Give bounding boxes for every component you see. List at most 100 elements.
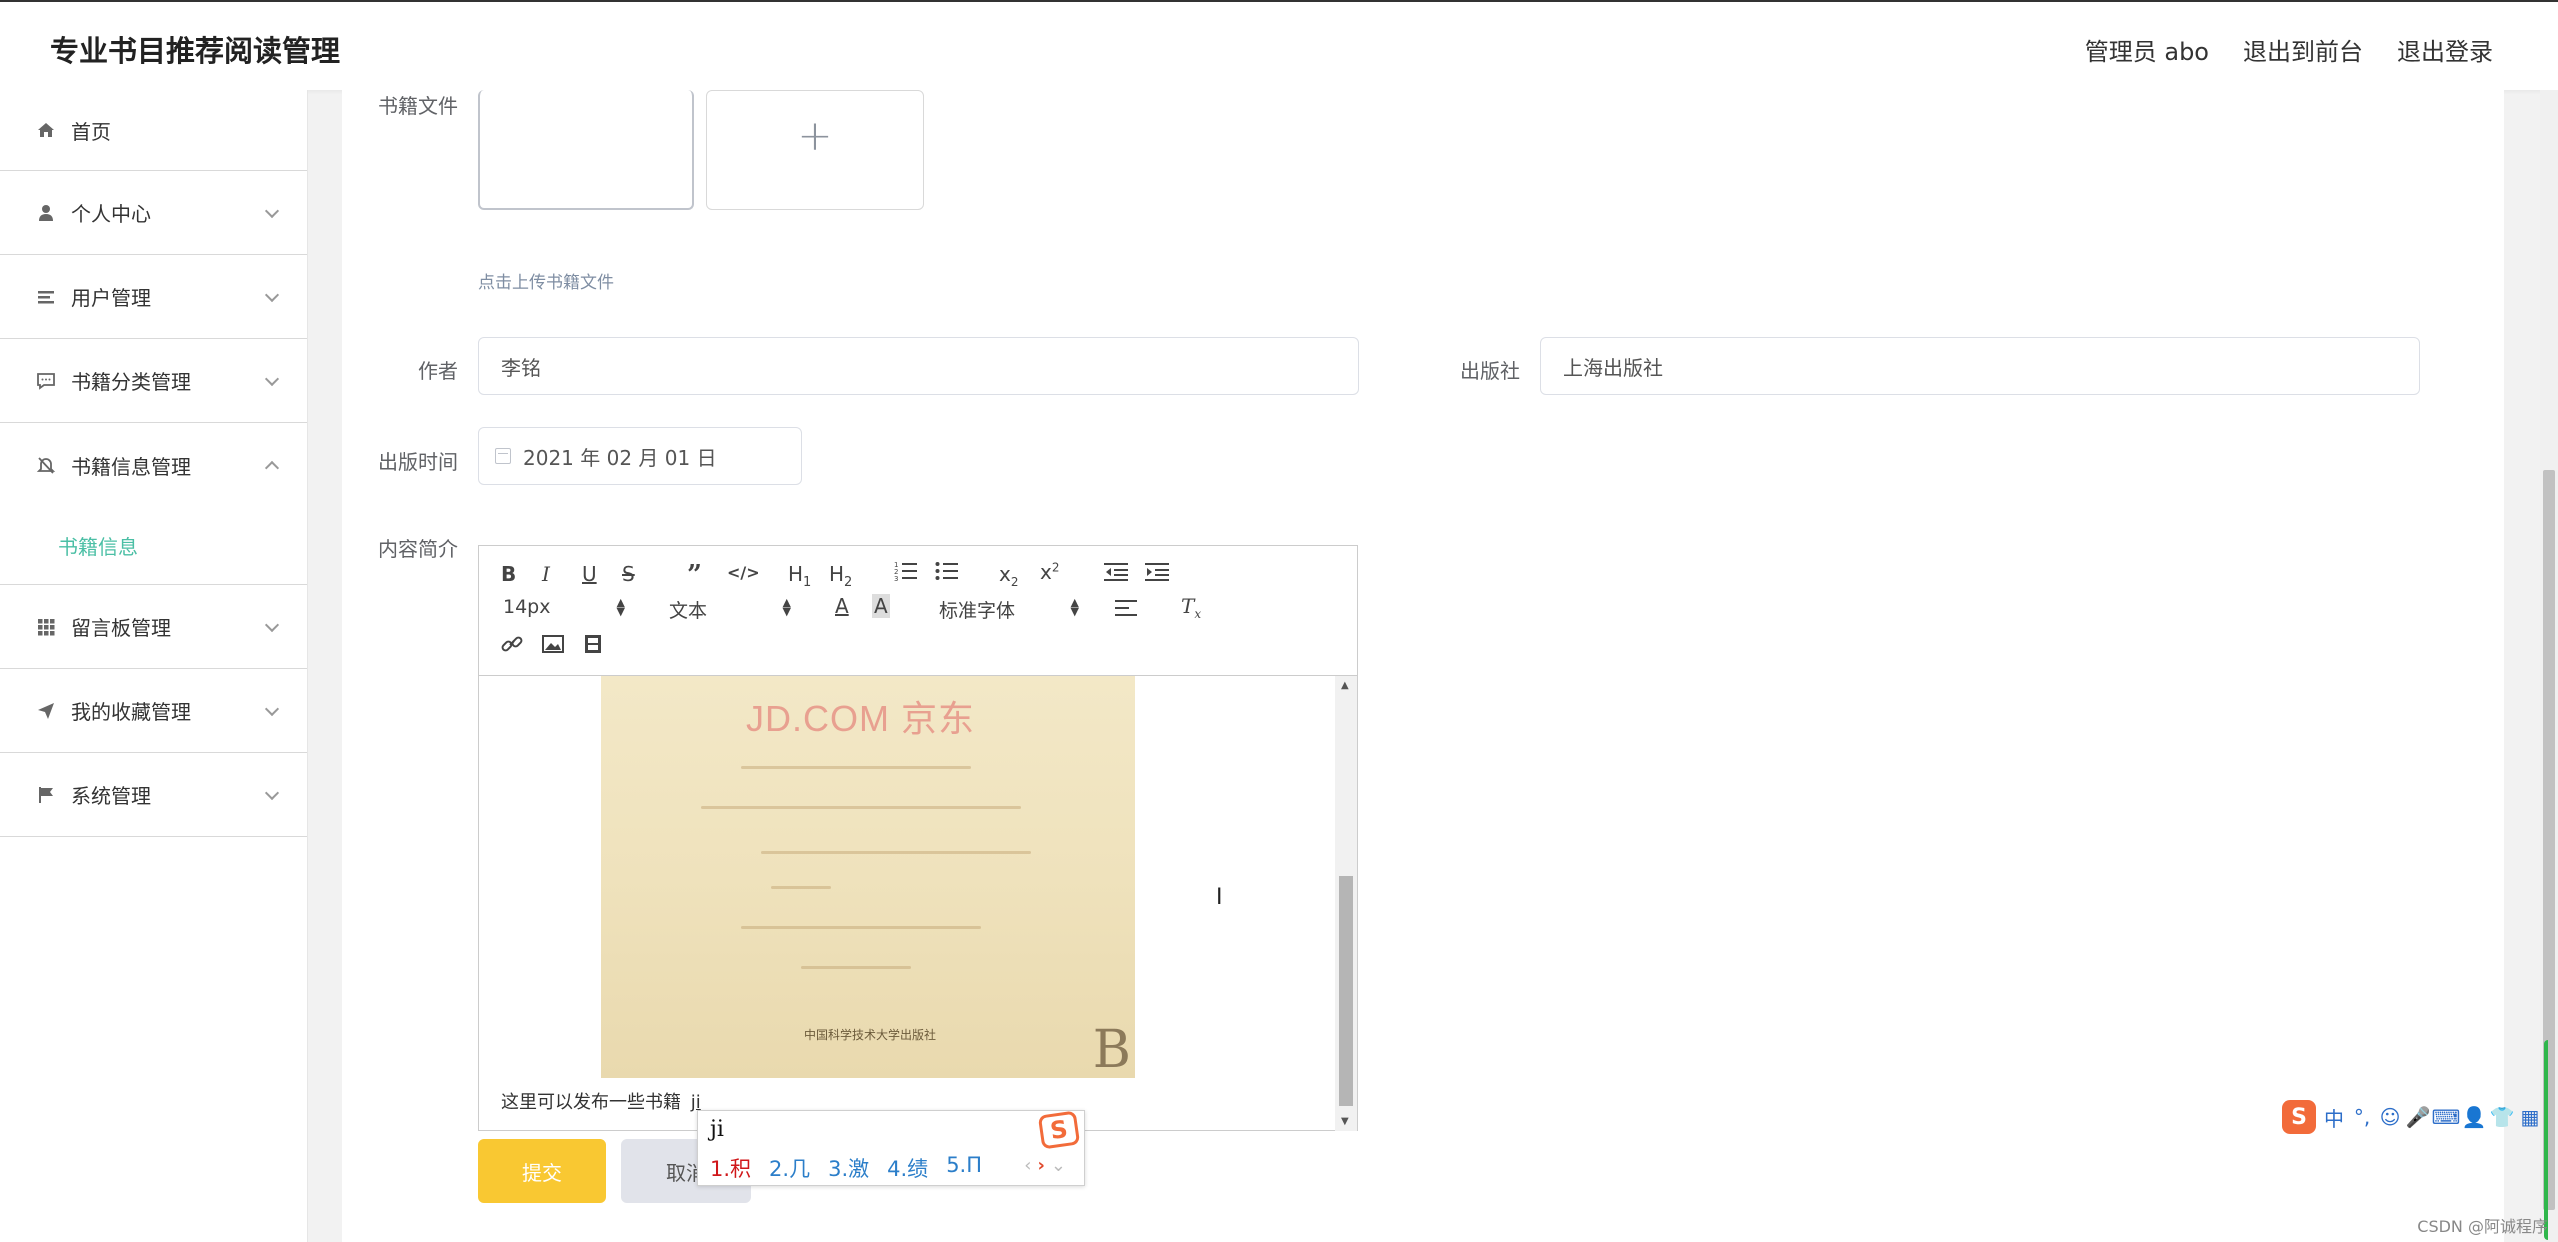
indent-icon[interactable]: [1145, 562, 1169, 587]
sidebar-item-home[interactable]: 首页: [0, 90, 307, 171]
exit-frontend-link[interactable]: 退出到前台: [2243, 32, 2363, 67]
chevron-down-icon: [264, 203, 280, 218]
rich-text-editor[interactable]: B I U S ” </> H1 H2 123 x2 x2 14px ▲ ▼ 文本…: [478, 545, 1358, 1131]
book-cover-image: JD.COM 京东 中国科学技术大学出版社 B: [601, 676, 1135, 1080]
ime-candidate[interactable]: 1.积: [710, 1153, 751, 1183]
sogou-logo-icon[interactable]: S: [2282, 1100, 2316, 1134]
sidebar-item-label: 书籍信息管理: [71, 454, 191, 479]
sogou-logo-icon: S: [1037, 1110, 1081, 1150]
microphone-icon[interactable]: 🎤: [2406, 1105, 2431, 1129]
chevron-down-icon: [264, 287, 280, 302]
page-scrollbar[interactable]: [2540, 90, 2558, 1242]
sidebar-item-label: 我的收藏管理: [71, 700, 191, 724]
sidebar-item-label: 留言板管理: [71, 616, 171, 640]
ime-page-nav[interactable]: ‹›⌄: [1024, 1155, 1072, 1176]
emoji-icon[interactable]: ☺: [2380, 1105, 2401, 1129]
user-icon[interactable]: 👤: [2462, 1105, 2487, 1129]
ime-input-text: ji: [710, 1117, 724, 1142]
clear-format-icon[interactable]: Tx: [1181, 594, 1201, 621]
code-block-icon[interactable]: </>: [727, 563, 760, 582]
sidebar-item-system[interactable]: 系统管理: [0, 753, 307, 837]
ime-candidate[interactable]: 5.Π: [946, 1153, 982, 1183]
text-cursor-icon: I: [1216, 885, 1223, 910]
logout-link[interactable]: 退出登录: [2397, 32, 2493, 67]
strikethrough-icon[interactable]: S: [622, 562, 635, 586]
uploaded-file-preview[interactable]: [478, 90, 694, 210]
book-file-label: 书籍文件: [378, 94, 458, 118]
app-title: 专业书目推荐阅读管理: [50, 34, 341, 68]
ime-candidate-window: ji S 1.积 2.几 3.激 4.绩 5.Π ‹›⌄: [697, 1110, 1085, 1186]
editor-toolbar: B I U S ” </> H1 H2 123 x2 x2 14px ▲ ▼ 文本…: [479, 546, 1357, 676]
calendar-icon: [495, 448, 511, 464]
heading2-icon[interactable]: H2: [829, 562, 852, 590]
upload-hint: 点击上传书籍文件: [478, 273, 614, 293]
grid-icon: [35, 616, 57, 638]
background-color-icon[interactable]: A: [872, 594, 890, 618]
punctuation-icon[interactable]: °,: [2352, 1105, 2372, 1129]
sidebar-item-book-category[interactable]: 书籍分类管理: [0, 339, 307, 423]
underline-icon[interactable]: U: [582, 562, 597, 586]
superscript-icon[interactable]: x2: [1040, 560, 1059, 584]
image-watermark: JD.COM 京东: [746, 698, 975, 739]
ime-candidate[interactable]: 3.激: [828, 1153, 869, 1183]
editor-body-text: 这里可以发布一些书籍 ji: [501, 1092, 701, 1113]
font-family-select[interactable]: 标准字体 ▲ ▼: [939, 596, 1079, 623]
font-size-select[interactable]: 14px ▲ ▼: [503, 596, 625, 618]
intro-label: 内容简介: [378, 537, 458, 561]
blockquote-icon[interactable]: ”: [687, 560, 702, 590]
chevron-down-icon: [264, 785, 280, 800]
editor-content[interactable]: JD.COM 京东 中国科学技术大学出版社 B 这里可以发布一些书籍 ji ▲ …: [479, 676, 1357, 1131]
scroll-up-icon[interactable]: ▲: [1341, 680, 1349, 691]
author-value: 李铭: [501, 355, 541, 380]
bullet-list-icon[interactable]: [935, 560, 959, 587]
scroll-down-icon[interactable]: ▼: [1341, 1116, 1349, 1127]
heading1-icon[interactable]: H1: [788, 562, 811, 590]
link-icon[interactable]: [501, 634, 523, 659]
font-color-icon[interactable]: A: [835, 594, 849, 618]
editor-scrollbar[interactable]: ▲ ▼: [1335, 676, 1357, 1131]
upload-button[interactable]: +: [706, 90, 924, 210]
pubdate-label: 出版时间: [378, 450, 458, 474]
chevron-down-icon: [264, 701, 280, 716]
chevron-down-icon: [264, 617, 280, 632]
svg-text:3: 3: [894, 575, 898, 582]
italic-icon[interactable]: I: [542, 562, 550, 586]
publisher-value: 上海出版社: [1563, 355, 1663, 380]
scrollbar-thumb[interactable]: [1339, 876, 1353, 1106]
ordered-list-icon[interactable]: 123: [894, 560, 918, 587]
bold-icon[interactable]: B: [501, 562, 516, 586]
sidebar-item-message-board[interactable]: 留言板管理: [0, 585, 307, 669]
ime-language[interactable]: 中: [2324, 1103, 2344, 1132]
image-letter: B: [1092, 1020, 1131, 1080]
author-input[interactable]: 李铭: [478, 337, 1359, 395]
skin-icon[interactable]: 👕: [2490, 1105, 2515, 1129]
ime-candidates: 1.积 2.几 3.激 4.绩 5.Π: [710, 1153, 982, 1183]
align-icon[interactable]: [1115, 598, 1137, 622]
pubdate-picker[interactable]: 2021 年 02 月 01 日: [478, 427, 802, 485]
ime-candidate[interactable]: 4.绩: [887, 1153, 928, 1183]
sidebar-item-profile[interactable]: 个人中心: [0, 171, 307, 255]
sidebar-item-book-info[interactable]: 书籍信息管理: [0, 423, 307, 507]
sidebar-item-users[interactable]: 用户管理: [0, 255, 307, 339]
submit-button[interactable]: 提交: [478, 1139, 606, 1203]
admin-label: 管理员 abo: [2084, 38, 2209, 66]
subscript-icon[interactable]: x2: [999, 562, 1018, 589]
top-bar: 专业书目推荐阅读管理 管理员 abo 退出到前台 退出登录: [0, 0, 2558, 90]
video-icon[interactable]: [583, 634, 603, 659]
plus-icon: +: [797, 111, 833, 160]
image-publisher-text: 中国科学技术大学出版社: [804, 1028, 937, 1042]
list-icon: [35, 286, 57, 308]
toolbox-icon[interactable]: ▦: [2520, 1105, 2540, 1129]
sidebar-subitem-book-info[interactable]: 书籍信息: [0, 507, 307, 585]
top-links: 管理员 abo 退出到前台 退出登录: [2085, 32, 2493, 67]
select-arrows-icon: ▲ ▼: [1070, 596, 1079, 618]
sidebar-item-label: 书籍分类管理: [71, 370, 191, 394]
home-icon: [35, 119, 57, 141]
outdent-icon[interactable]: [1104, 562, 1128, 587]
sidebar-item-favorites[interactable]: 我的收藏管理: [0, 669, 307, 753]
paragraph-select[interactable]: 文本 ▲ ▼: [669, 596, 791, 623]
publisher-input[interactable]: 上海出版社: [1540, 337, 2420, 395]
keyboard-icon[interactable]: ⌨: [2432, 1105, 2461, 1129]
image-icon[interactable]: [542, 634, 564, 659]
ime-candidate[interactable]: 2.几: [769, 1153, 810, 1183]
